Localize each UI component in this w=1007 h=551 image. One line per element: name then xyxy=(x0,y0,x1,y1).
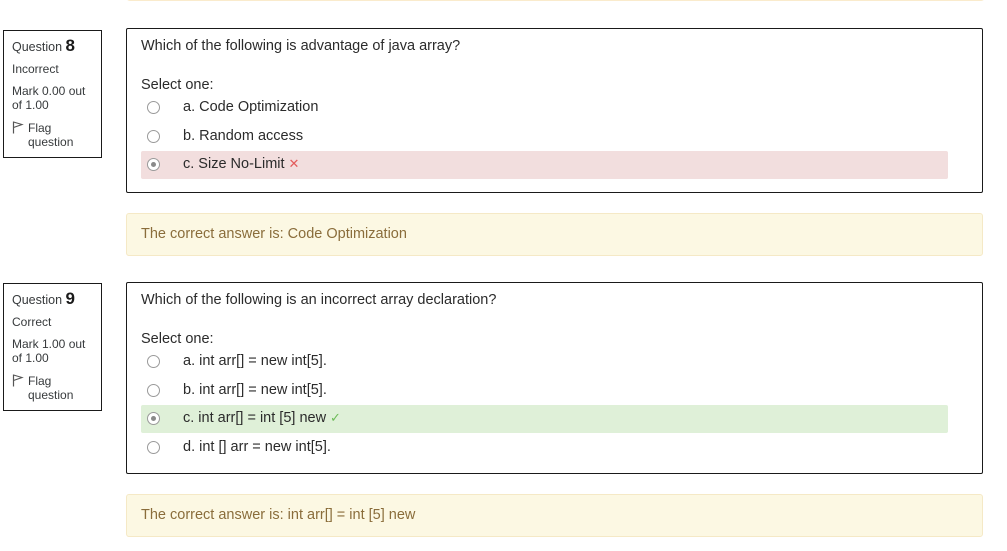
answer-label-with-mark: c. int arr[] = int [5] new ✓ xyxy=(183,410,341,426)
correct-answer-feedback: The correct answer is: Code Optimization xyxy=(141,226,407,242)
question-number-value: 8 xyxy=(65,36,75,55)
question-content: Which of the following is advantage of j… xyxy=(126,28,983,193)
previous-feedback-box-edge xyxy=(126,0,985,1)
question-grade: Mark 0.00 out of 1.00 xyxy=(12,84,86,112)
flag-question-label: Flag question xyxy=(28,374,74,402)
answer-label: c. Size No-Limit xyxy=(183,156,285,172)
answer-option-a[interactable]: a. Code Optimization xyxy=(141,94,948,122)
question-grade: Mark 1.00 out of 1.00 xyxy=(12,337,86,365)
flag-question-label: Flag question xyxy=(28,121,74,149)
question-number: Question 8 xyxy=(12,36,101,55)
question-number-value: 9 xyxy=(65,289,75,308)
question-text: Which of the following is advantage of j… xyxy=(141,38,461,54)
answer-option-b[interactable]: b. Random access xyxy=(141,123,948,151)
answer-option-c[interactable]: c. int arr[] = int [5] new ✓ xyxy=(141,405,948,433)
answer-label: a. Code Optimization xyxy=(183,99,319,115)
correct-answer-feedback: The correct answer is: int arr[] = int [… xyxy=(141,507,416,523)
radio-button[interactable] xyxy=(147,441,160,454)
flag-icon xyxy=(12,121,24,134)
feedback-box: The correct answer is: int arr[] = int [… xyxy=(126,494,983,537)
answer-option-a[interactable]: a. int arr[] = new int[5]. xyxy=(141,348,948,376)
radio-button[interactable] xyxy=(147,355,160,368)
question-state: Correct xyxy=(12,315,52,329)
question-number-prefix: Question xyxy=(12,40,63,54)
answer-label: a. int arr[] = new int[5]. xyxy=(183,353,327,369)
select-one-prompt: Select one: xyxy=(141,77,214,93)
feedback-box: The correct answer is: Code Optimization xyxy=(126,213,983,256)
question-content: Which of the following is an incorrect a… xyxy=(126,282,983,474)
question-state: Incorrect xyxy=(12,62,59,76)
flag-question-link[interactable]: Flag question xyxy=(12,121,101,149)
radio-button[interactable] xyxy=(147,384,160,397)
radio-button-selected[interactable] xyxy=(147,158,160,171)
radio-button-selected[interactable] xyxy=(147,412,160,425)
answer-label: b. Random access xyxy=(183,128,304,144)
cross-icon: ✕ xyxy=(288,156,300,171)
answer-label-with-mark: c. Size No-Limit ✕ xyxy=(183,156,299,172)
flag-question-link[interactable]: Flag question xyxy=(12,374,101,402)
answer-label: b. int arr[] = new int[5]. xyxy=(183,382,327,398)
answer-option-d[interactable]: d. int [] arr = new int[5]. xyxy=(141,434,948,462)
question-number-prefix: Question xyxy=(12,293,63,307)
question-text: Which of the following is an incorrect a… xyxy=(141,292,497,308)
flag-icon xyxy=(12,374,24,387)
answer-label: d. int [] arr = new int[5]. xyxy=(183,439,331,455)
check-icon: ✓ xyxy=(330,410,341,425)
question-info: Question 8 Incorrect Mark 0.00 out of 1.… xyxy=(3,30,102,158)
question-info: Question 9 Correct Mark 1.00 out of 1.00… xyxy=(3,283,102,411)
answer-option-b[interactable]: b. int arr[] = new int[5]. xyxy=(141,377,948,405)
answer-label: c. int arr[] = int [5] new xyxy=(183,410,327,426)
radio-button[interactable] xyxy=(147,101,160,114)
question-number: Question 9 xyxy=(12,289,101,308)
radio-button[interactable] xyxy=(147,130,160,143)
answer-option-c[interactable]: c. Size No-Limit ✕ xyxy=(141,151,948,179)
select-one-prompt: Select one: xyxy=(141,331,214,347)
